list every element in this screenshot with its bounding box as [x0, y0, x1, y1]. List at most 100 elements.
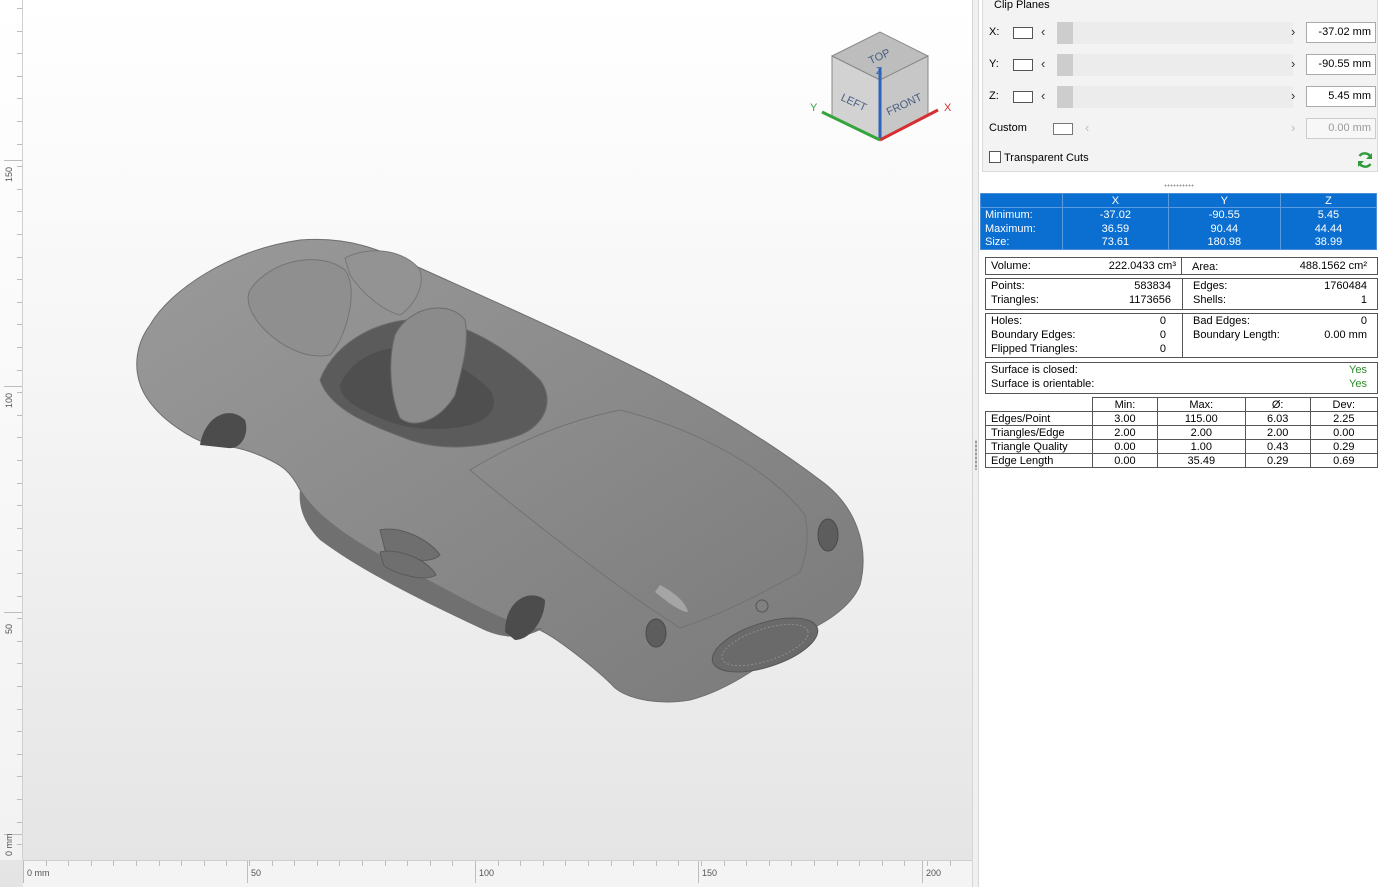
stats-cell: 2.25	[1309, 411, 1379, 426]
refresh-icon[interactable]	[1355, 150, 1375, 170]
ruler-major-tick	[922, 861, 923, 883]
ruler-tick	[814, 861, 815, 866]
clip-z-decrement-icon[interactable]: ‹	[1041, 88, 1045, 103]
surface-orientable-value: Yes	[1349, 378, 1367, 390]
clip-x-value-input[interactable]: -37.02 mm	[1306, 22, 1376, 43]
bbox-row-label: Minimum:	[985, 208, 1033, 221]
ruler-tick	[543, 861, 544, 866]
points-label: Points:	[991, 280, 1025, 292]
bad-edges-label: Bad Edges:	[1193, 315, 1250, 327]
panel-splitter[interactable]	[972, 0, 979, 887]
ruler-tick	[68, 861, 69, 866]
surface-orientable-label: Surface is orientable:	[991, 378, 1095, 390]
horizontal-ruler-label: 100	[479, 868, 495, 878]
surface-box: Surface is closed: Yes Surface is orient…	[985, 362, 1378, 394]
clip-custom-label: Custom	[989, 122, 1027, 134]
clip-y-toggle[interactable]	[1013, 59, 1033, 71]
mesh-statistics-table: Min: Max: Ø: Dev: Edges/Point 3.00 115.0…	[985, 397, 1379, 468]
ruler-tick	[181, 861, 182, 866]
ruler-tick	[113, 861, 114, 866]
analysis-panel: Clip Planes X: ‹ › -37.02 mm Y: ‹ › -90.…	[979, 0, 1379, 887]
horizontal-ruler-label: 200	[926, 868, 942, 878]
ruler-tick	[701, 861, 702, 866]
stats-row-edge-length: Edge Length 0.00 35.49 0.29 0.69	[985, 453, 1379, 468]
boundary-edges-value: 0	[1159, 329, 1166, 341]
clip-z-value-input[interactable]: 5.45 mm	[1306, 86, 1376, 107]
stats-row-label: Triangles/Edge	[985, 425, 1093, 440]
clip-y-slider-thumb[interactable]	[1057, 54, 1073, 76]
clip-x-increment-icon[interactable]: ›	[1291, 24, 1295, 39]
stats-header-dev: Dev:	[1309, 397, 1379, 412]
clip-custom-toggle[interactable]	[1053, 123, 1073, 135]
ruler-major-tick	[475, 861, 476, 883]
ruler-tick	[882, 861, 883, 866]
stats-cell: 6.03	[1244, 411, 1311, 426]
clip-x-slider-thumb[interactable]	[1057, 22, 1073, 44]
clip-y-decrement-icon[interactable]: ‹	[1041, 56, 1045, 71]
clip-x-toggle[interactable]	[1013, 27, 1033, 39]
ruler-tick	[611, 861, 612, 866]
bbox-header-row: X Y Z	[980, 193, 1377, 208]
stats-cell: 0.43	[1244, 439, 1311, 454]
clip-row-x: X: ‹ › -37.02 mm	[983, 21, 1379, 45]
stats-cell: 2.00	[1244, 425, 1311, 440]
view-cube[interactable]: TOP LEFT FRONT X Y Z	[808, 28, 953, 153]
clip-z-toggle[interactable]	[1013, 91, 1033, 103]
ruler-tick	[385, 861, 386, 866]
clip-y-slider[interactable]	[1057, 54, 1293, 76]
area-box: Area: 488.1562 cm²	[1181, 257, 1378, 275]
ruler-tick	[430, 861, 431, 866]
ruler-tick	[226, 861, 227, 866]
clip-custom-value-input[interactable]: 0.00 mm	[1306, 118, 1376, 139]
ruler-tick	[656, 861, 657, 866]
panel-resize-grip[interactable]	[1164, 184, 1194, 187]
defects-box: Holes: 0 Boundary Edges: 0 Flipped Trian…	[985, 313, 1378, 358]
axis-y-label: Y	[810, 102, 818, 114]
ruler-tick	[407, 861, 408, 866]
stats-cell: 0.00	[1092, 453, 1158, 468]
clip-custom-decrement-icon[interactable]: ‹	[1085, 120, 1089, 135]
volume-label: Volume:	[991, 260, 1031, 272]
clip-x-decrement-icon[interactable]: ‹	[1041, 24, 1045, 39]
bbox-header-z: Z	[1279, 193, 1377, 208]
clip-z-slider[interactable]	[1057, 86, 1293, 108]
splitter-grip[interactable]	[975, 440, 977, 470]
stats-row-label: Triangle Quality	[985, 439, 1093, 454]
ruler-major-tick	[23, 861, 24, 883]
flipped-triangles-label: Flipped Triangles:	[991, 343, 1078, 355]
bbox-cell: 5.45	[1279, 207, 1377, 222]
horizontal-ruler-label: 0 mm	[27, 868, 50, 878]
ruler-tick	[565, 861, 566, 866]
stats-cell: 2.00	[1156, 425, 1246, 440]
ruler-tick	[746, 861, 747, 866]
ruler-tick	[91, 861, 92, 866]
ruler-tick	[724, 861, 725, 866]
stats-header-avg: Ø:	[1244, 397, 1311, 412]
ruler-major-tick	[247, 861, 248, 883]
clip-x-slider[interactable]	[1057, 22, 1293, 44]
stats-cell: 0.00	[1092, 439, 1158, 454]
ruler-tick	[204, 861, 205, 866]
horizontal-ruler-label: 50	[251, 868, 262, 878]
clip-z-label: Z:	[989, 90, 999, 102]
triangles-label: Triangles:	[991, 294, 1039, 306]
transparent-cuts-box[interactable]	[989, 151, 1001, 163]
clip-custom-increment-icon[interactable]: ›	[1291, 120, 1295, 135]
ruler-tick	[46, 861, 47, 866]
clip-row-y: Y: ‹ › -90.55 mm	[983, 53, 1379, 77]
clip-z-increment-icon[interactable]: ›	[1291, 88, 1295, 103]
3d-viewport[interactable]: 150 100 50 0 mm 0 mm 50 100 150 200 TOP …	[0, 0, 972, 887]
bbox-cell: 73.61	[1062, 235, 1169, 250]
ruler-tick	[950, 861, 951, 866]
stats-header-row: Min: Max: Ø: Dev:	[985, 397, 1379, 412]
clip-z-slider-thumb[interactable]	[1057, 86, 1073, 108]
bbox-row-label: Maximum:	[985, 222, 1036, 235]
transparent-cuts-checkbox[interactable]: Transparent Cuts	[989, 151, 1089, 164]
ruler-tick	[272, 861, 273, 866]
clip-y-increment-icon[interactable]: ›	[1291, 56, 1295, 71]
clip-y-value-input[interactable]: -90.55 mm	[1306, 54, 1376, 75]
clip-row-z: Z: ‹ › 5.45 mm	[983, 85, 1379, 109]
clip-planes-group: Clip Planes X: ‹ › -37.02 mm Y: ‹ › -90.…	[982, 0, 1378, 172]
ruler-tick	[136, 861, 137, 866]
holes-label: Holes:	[991, 315, 1023, 327]
